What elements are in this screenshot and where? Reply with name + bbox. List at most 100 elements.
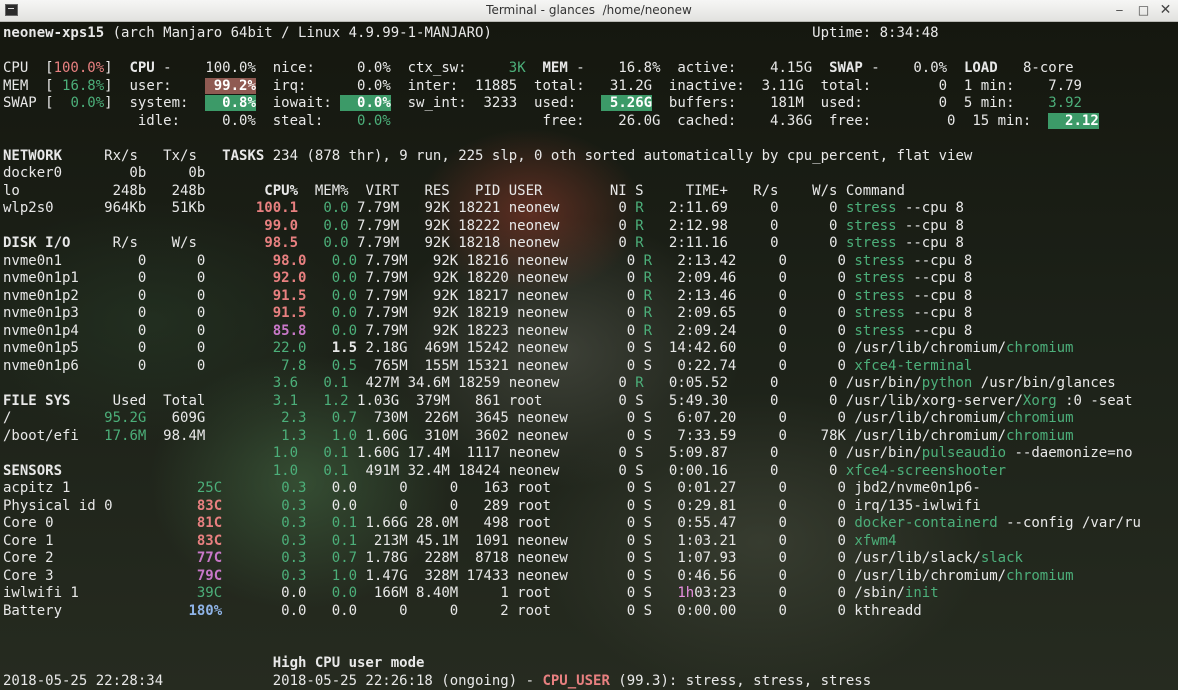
terminal-text: 17.6M	[104, 427, 147, 444]
terminal-text: idle: 0.0% steal:	[3, 112, 358, 129]
terminal-line: wlp2s0 964Kb 51Kb 100.1 0.0 7.79M 92K 18…	[3, 200, 964, 218]
terminal-text: R	[643, 287, 653, 304]
terminal-line: DISK I/O R/s W/s 98.5 0.0 7.79M 92K 1821…	[3, 235, 964, 253]
terminal-text: 3.1	[272, 392, 299, 409]
terminal-text: 0.0 0.0 0 0 2 root 0 S 0:00.00 0 0 kthre…	[222, 602, 922, 619]
terminal-text: 3.6	[272, 375, 299, 391]
terminal-text: 7.79M 92K 18223 neonew 0	[357, 322, 644, 339]
terminal-line: Battery 180% 0.0 0.0 0 0 2 root 0 S 0:00…	[3, 603, 922, 621]
terminal-line: nvme0n1p5 0 0 22.0 1.5 2.18G 469M 15242 …	[3, 340, 1073, 358]
terminal-text: --daemonize=no	[1006, 445, 1133, 461]
maximize-icon[interactable]: □	[1135, 2, 1152, 19]
terminal-text: 1.03G 379M 861 root 0 S 5:49.30 0 0 /usr…	[348, 392, 1023, 409]
terminal-text: init	[904, 585, 939, 601]
terminal-text: 77C	[196, 550, 223, 566]
terminal-line: High CPU user mode	[3, 655, 425, 673]
terminal-text: 1.0	[272, 462, 299, 479]
terminal-text: 0.0	[331, 270, 358, 286]
terminal-text: iowait:	[255, 95, 341, 111]
window-title: Terminal - glances /home/neonew	[486, 3, 692, 17]
terminal-text: --cpu 8	[896, 235, 964, 251]
terminal-text: 0.7	[331, 550, 358, 566]
terminal-text: 0.0 0 0 289 root 0 S 0:29.81 0 0 irq/135…	[306, 497, 981, 514]
terminal-text: 427M 34.6M 18259 neonew 0	[348, 375, 636, 391]
terminal-text: 730M 226M 3645 neonew 0 S 6:07.20 0 0 /u…	[357, 410, 1007, 426]
terminal-line: NETWORK Rx/s Tx/s TASKS 234 (878 thr), 9…	[3, 148, 972, 166]
terminal-text: python	[921, 375, 973, 391]
terminal-text: 2:11.16 0 0	[643, 235, 846, 251]
terminal-line: iwlwifi 1 39C 0.0 0.0 166M 8.40M 1 root …	[3, 585, 939, 603]
terminal-text: 0.0	[323, 200, 349, 216]
terminal-text: chromium	[1006, 340, 1074, 356]
terminal-text: Physical id 0	[3, 497, 197, 514]
terminal-text: 234 (878 thr), 9 run, 225 slp, 0 oth sor…	[264, 147, 973, 164]
terminal-line: nvme0n1p6 0 0 7.8 0.5 765M 155M 15321 ne…	[3, 358, 972, 376]
terminal-text: --cpu 8	[904, 270, 973, 286]
terminal-text: CPU_USER	[542, 672, 610, 689]
window-titlebar[interactable]: Terminal - glances /home/neonew ‒ □ ✕	[0, 0, 1178, 22]
terminal-text: 0.0 0 0 163 root 0 S 0:01.27 0 0 jbd2/nv…	[306, 480, 981, 496]
terminal-text: lo 248b 248b	[3, 182, 265, 199]
terminal-text: 2:13.42 0 0	[652, 252, 855, 269]
terminal-text: Used Total	[70, 392, 273, 409]
terminal-text: --cpu 8	[904, 287, 973, 304]
close-icon[interactable]: ✕	[1157, 2, 1174, 19]
terminal-text: 0.0%	[340, 95, 391, 111]
terminal-text: R	[643, 252, 653, 269]
terminal-text: xfce4-screenshooter	[845, 462, 1007, 479]
terminal-text: neonew-xps15	[3, 25, 105, 41]
terminal-text: nvme0n1p1 0 0	[3, 270, 273, 286]
terminal-text: nvme0n1p5 0 0	[3, 340, 273, 356]
terminal-text: 100.0%	[53, 60, 105, 76]
terminal-text: 95.2G	[104, 410, 147, 426]
terminal-text: Core 2	[3, 550, 197, 566]
terminal-text: MEM [	[3, 77, 63, 94]
terminal-text: High CPU user mode	[272, 655, 425, 671]
terminal-text: 0.7	[331, 410, 358, 426]
terminal-text: 7.8	[281, 357, 307, 374]
terminal-text: 83C	[196, 532, 223, 549]
terminal-text: 79C	[196, 567, 223, 584]
glances-output[interactable]: neonew-xps15 (arch Manjaro 64bit / Linux…	[0, 22, 1178, 690]
terminal-line: Core 3 79C 0.3 1.0 1.47G 328M 17433 neon…	[3, 568, 1074, 586]
terminal-text: 0.0	[323, 235, 349, 251]
terminal-text: Xorg	[1022, 392, 1057, 409]
terminal-text: 2:11.69 0 0	[643, 200, 846, 216]
terminal-text: Core 3	[3, 567, 197, 584]
terminal-text: stress	[845, 200, 897, 216]
terminal-text: 765M 155M 15321 neonew 0 S 0:22.74 0 0	[357, 357, 855, 374]
terminal-text: R	[643, 270, 653, 286]
terminal-text: 98.5	[264, 235, 299, 251]
terminal-line: nvme0n1p4 0 0 85.8 0.0 7.79M 92K 18223 n…	[3, 323, 972, 341]
minimize-icon[interactable]: ‒	[1111, 2, 1128, 19]
terminal-text: 0.0	[323, 217, 349, 234]
terminal-text: 16.8%	[62, 77, 105, 94]
terminal-text: 180%	[188, 602, 223, 619]
terminal-text: 0.1	[331, 515, 358, 531]
terminal-text: 2.3	[281, 410, 307, 426]
terminal-text: 83C	[196, 497, 223, 514]
terminal-line: Core 0 81C 0.3 0.1 1.66G 28.0M 498 root …	[3, 515, 1141, 533]
terminal-text: stress	[854, 305, 905, 321]
terminal-text: 03:23 0 0 /sbin/	[694, 585, 905, 601]
terminal-text: 39C	[196, 585, 223, 601]
terminal-text: buffers: 181M used: 0 5 min:	[652, 95, 1049, 111]
terminal-line: 3.6 0.1 427M 34.6M 18259 neonew 0 R 0:05…	[3, 375, 1116, 393]
terminal-text: 1.0	[331, 427, 358, 444]
terminal-text: free: 26.0G cached: 4.36G free: 0 15 min…	[390, 112, 1049, 129]
terminal-text: 1.60G 17.4M 1117 neonew 0 S 5:09.87 0 0 …	[348, 445, 922, 461]
terminal-text: stress	[854, 252, 905, 269]
terminal-text: docker0 0b 0b	[3, 165, 206, 181]
terminal-text: --cpu 8	[904, 322, 973, 339]
terminal-text: 5.26G	[601, 95, 653, 111]
terminal-text: 7.79M 92K 18220 neonew 0	[357, 270, 644, 286]
terminal-text: 0.0	[222, 585, 332, 601]
terminal-text: stress	[854, 270, 905, 286]
